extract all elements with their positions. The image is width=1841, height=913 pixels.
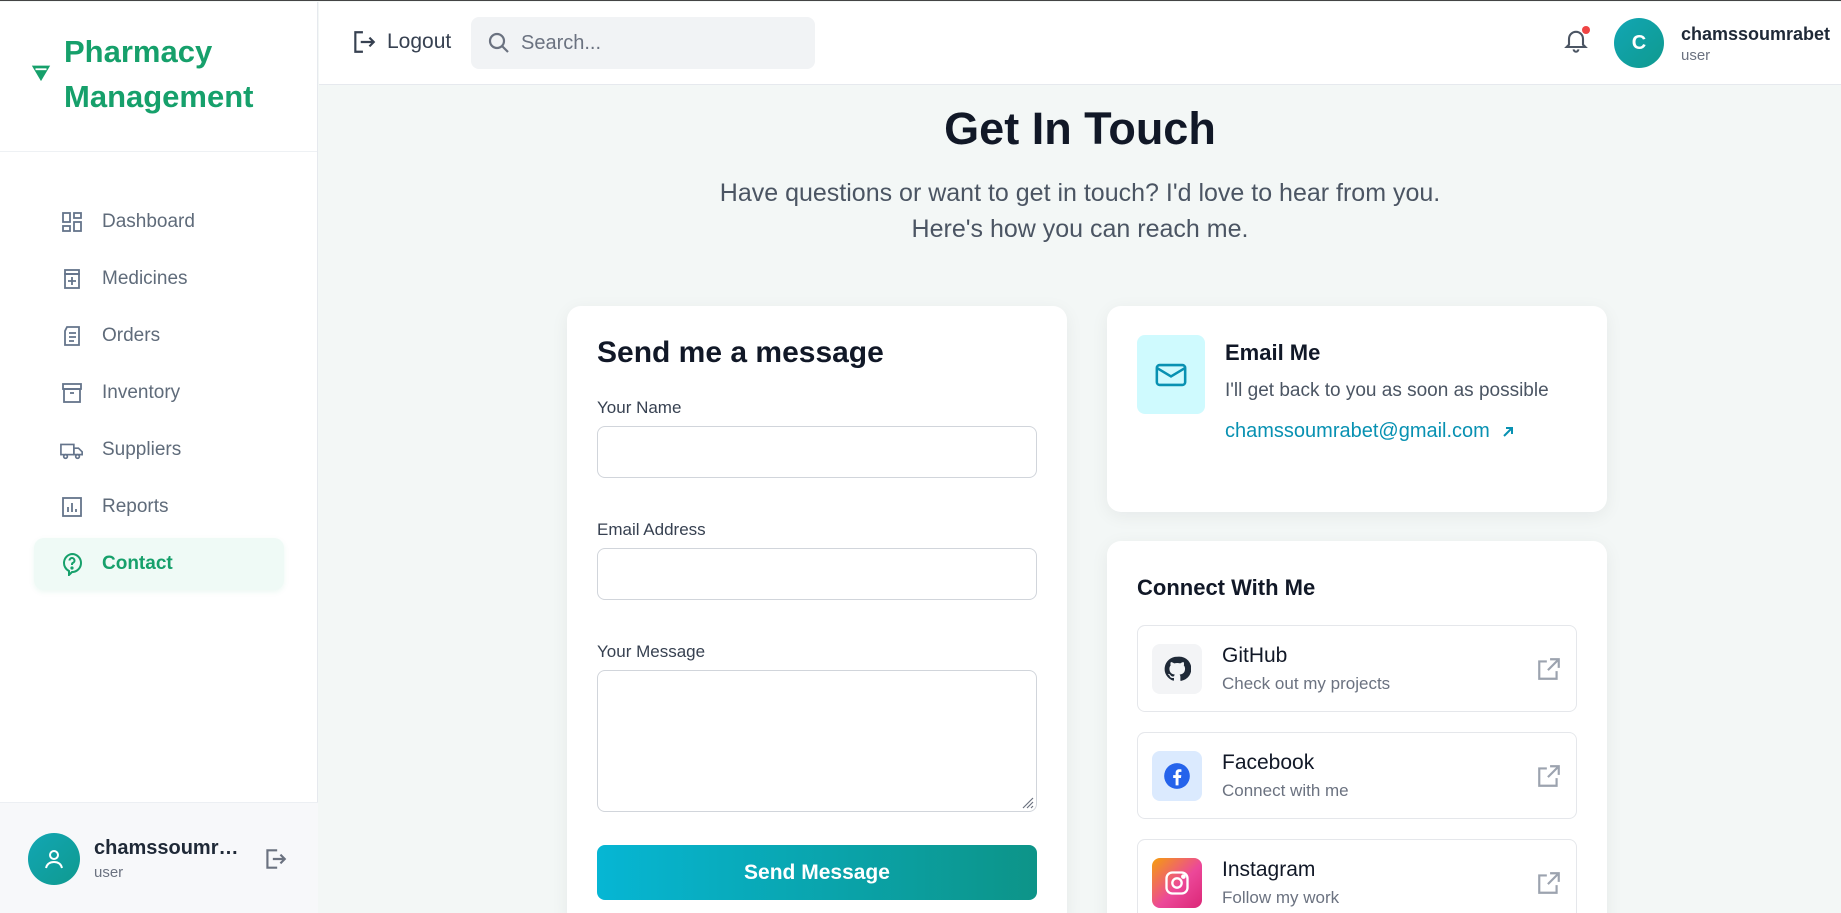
name-label: Your Name [597, 398, 682, 417]
header-avatar[interactable]: C [1614, 18, 1664, 68]
arrow-up-right-icon [1503, 426, 1513, 437]
social-item-instagram[interactable]: Instagram Follow my work [1137, 839, 1577, 913]
inventory-icon [60, 381, 84, 405]
name-field[interactable] [597, 426, 1037, 478]
email-card-title: Email Me [1225, 340, 1321, 365]
notification-dot [1582, 26, 1590, 34]
truck-icon [60, 438, 84, 462]
mail-icon-box [1137, 335, 1205, 414]
sidebar-item-dashboard[interactable]: Dashboard [34, 196, 284, 248]
social-description: Connect with me [1222, 780, 1349, 800]
sidebar: Pharmacy Management Dashboard Medicines [0, 2, 318, 913]
brand-title-line2: Management [64, 78, 254, 114]
logout-icon[interactable] [262, 846, 288, 872]
user-icon [45, 849, 63, 868]
message-label: Your Message [597, 642, 706, 661]
email-address: chamssoumrabet@gmail.com [1225, 420, 1490, 442]
page-subtitle-line1: Have questions or want to get in touch? … [719, 179, 1441, 207]
header-user-name: chamssoumrabet [1681, 24, 1831, 44]
email-card-description: I'll get back to you as soon as possible [1225, 380, 1549, 401]
search-icon [488, 32, 509, 53]
social-name: Facebook [1222, 750, 1315, 774]
form-title: Send me a message [597, 336, 884, 369]
message-form-card: Send me a message Your Name Email Addres… [567, 306, 1067, 913]
logout-button[interactable]: Logout [351, 29, 451, 55]
message-textarea[interactable] [597, 670, 1037, 812]
sidebar-item-label: Reports [102, 496, 169, 517]
sidebar-nav: Dashboard Medicines Orders Inventory Sup… [34, 196, 284, 595]
external-link-icon [1538, 872, 1560, 894]
social-title: Connect With Me [1137, 575, 1316, 600]
sidebar-user-panel: chamssoumrabet user [0, 802, 318, 913]
social-description: Follow my work [1222, 887, 1340, 907]
sidebar-item-label: Inventory [102, 382, 181, 403]
email-field[interactable] [597, 548, 1037, 600]
mail-icon [1155, 363, 1187, 386]
pill-triangle-icon [31, 65, 51, 81]
send-message-button[interactable]: Send Message [597, 845, 1037, 900]
header-user-role: user [1681, 47, 1711, 64]
page-subtitle-line2: Here's how you can reach me. [911, 215, 1249, 243]
external-link-icon [1538, 765, 1560, 787]
sidebar-item-label: Contact [102, 553, 173, 574]
search-bar[interactable] [471, 17, 815, 69]
header-user-info[interactable]: chamssoumrabet user [1681, 24, 1830, 64]
sidebar-item-contact[interactable]: Contact [34, 538, 284, 590]
logout-icon [354, 31, 376, 53]
top-header: Logout C chamssoumrabet user [319, 2, 1841, 85]
dashboard-icon [60, 210, 84, 234]
instagram-icon [1152, 857, 1202, 908]
social-item-facebook[interactable]: Facebook Connect with me [1137, 732, 1577, 819]
github-icon [1152, 643, 1202, 694]
social-description: Check out my projects [1222, 673, 1391, 693]
sidebar-item-reports[interactable]: Reports [34, 481, 284, 533]
sidebar-item-label: Dashboard [102, 211, 195, 232]
social-name: GitHub [1222, 643, 1288, 667]
sidebar-user-name: chamssoumrabet [94, 836, 244, 859]
page-subtitle: Have questions or want to get in touch? … [319, 175, 1841, 247]
social-item-github[interactable]: GitHub Check out my projects [1137, 625, 1577, 712]
avatar[interactable] [28, 832, 80, 885]
page-title: Get In Touch [944, 103, 1216, 154]
main-content: Get In Touch Have questions or want to g… [319, 85, 1841, 913]
sidebar-user-role: user [94, 863, 124, 881]
sidebar-item-orders[interactable]: Orders [34, 310, 284, 362]
logout-label: Logout [387, 30, 452, 53]
brand-title: Pharmacy Management [64, 29, 253, 119]
sidebar-item-suppliers[interactable]: Suppliers [34, 424, 284, 476]
notification-button[interactable] [1562, 26, 1592, 56]
sidebar-item-label: Suppliers [102, 439, 182, 460]
email-card: Email Me I'll get back to you as soon as… [1107, 306, 1607, 512]
reports-icon [60, 495, 84, 519]
sidebar-item-inventory[interactable]: Inventory [34, 367, 284, 419]
medicine-icon [60, 267, 84, 291]
email-link[interactable]: chamssoumrabet@gmail.com [1225, 420, 1565, 443]
sidebar-item-label: Orders [102, 325, 161, 346]
external-link-icon [1538, 658, 1560, 680]
facebook-icon [1152, 750, 1202, 801]
email-label: Email Address [597, 520, 706, 539]
sidebar-item-medicines[interactable]: Medicines [34, 253, 284, 305]
brand[interactable]: Pharmacy Management [0, 2, 317, 152]
sidebar-item-label: Medicines [102, 268, 188, 289]
orders-icon [60, 324, 84, 348]
social-card: Connect With Me GitHub Check out my proj… [1107, 541, 1607, 913]
brand-title-line1: Pharmacy [64, 33, 213, 69]
search-input[interactable] [521, 31, 801, 55]
help-icon [60, 552, 84, 576]
social-name: Instagram [1222, 857, 1316, 881]
resize-grip-icon[interactable] [1020, 795, 1034, 809]
